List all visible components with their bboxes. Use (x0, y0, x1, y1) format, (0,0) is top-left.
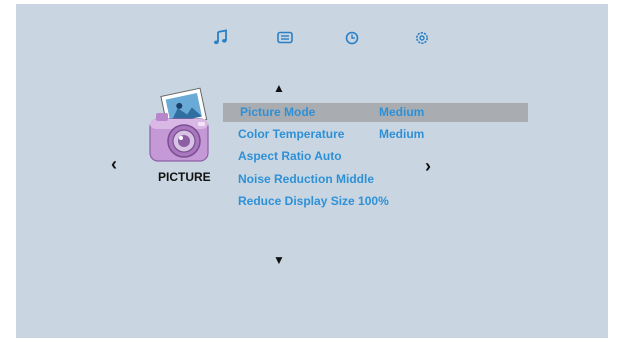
category-label: PICTURE (158, 170, 211, 184)
menu-item-color-temperature[interactable]: Color Temperature Medium (238, 125, 424, 144)
menu-item-label: Noise Reduction Middle (238, 172, 375, 186)
display-icon[interactable] (276, 29, 294, 47)
scroll-down-arrow-icon[interactable]: ▼ (273, 254, 285, 266)
camera-icon (144, 87, 216, 167)
menu-item-picture-mode[interactable]: Picture Mode Medium (240, 103, 424, 122)
clock-icon[interactable] (343, 29, 361, 47)
next-category-arrow-icon[interactable]: › (425, 157, 431, 175)
music-note-icon[interactable] (212, 29, 230, 47)
menu-item-label: Color Temperature (238, 127, 345, 141)
menu-item-reduce-display-size[interactable]: Reduce Display Size 100% (238, 192, 389, 211)
previous-category-arrow-icon[interactable]: ‹ (111, 155, 117, 173)
menu-item-value: Medium (379, 105, 425, 119)
menu-item-value: Medium (379, 127, 425, 141)
settings-icon[interactable] (413, 29, 431, 47)
menu-item-label: Picture Mode (240, 105, 316, 119)
tv-menu-screen: PICTURE ▲ ▼ ‹ › Picture Mode Medium Colo… (16, 4, 608, 338)
menu-item-noise-reduction[interactable]: Noise Reduction Middle (238, 170, 374, 189)
menu-item-label: Aspect Ratio Auto (238, 149, 342, 163)
menu-item-aspect-ratio[interactable]: Aspect Ratio Auto (238, 147, 342, 166)
menu-item-label: Reduce Display Size 100% (238, 194, 389, 208)
scroll-up-arrow-icon[interactable]: ▲ (273, 82, 285, 94)
